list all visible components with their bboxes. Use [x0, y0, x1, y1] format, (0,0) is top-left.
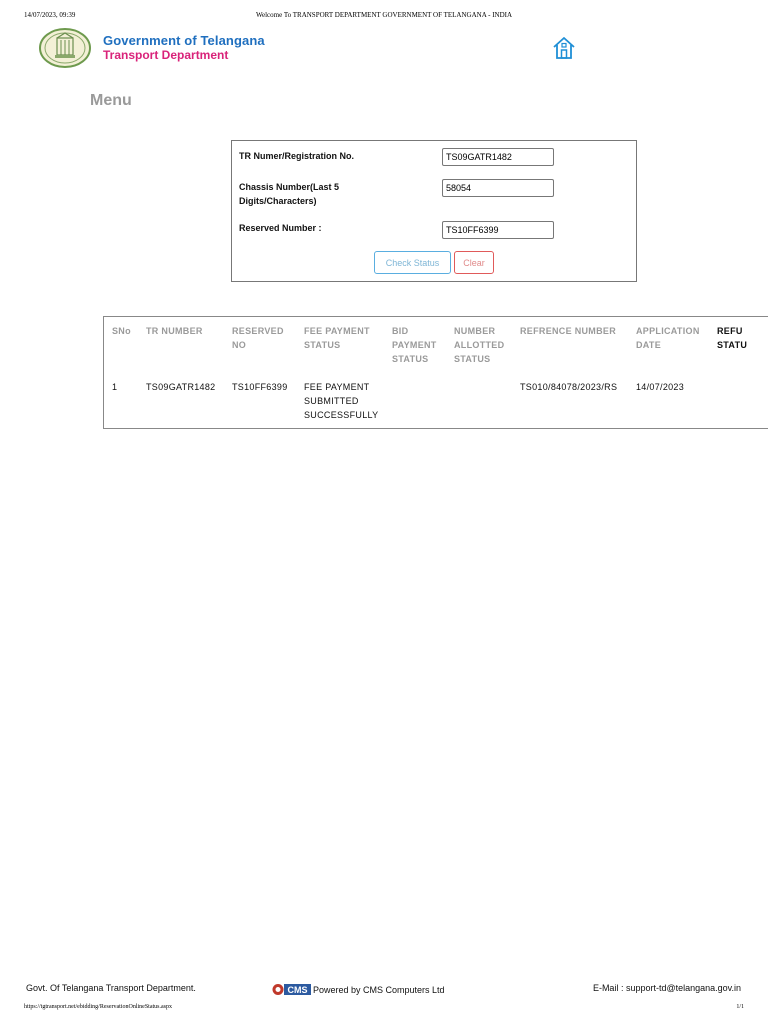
home-icon[interactable]	[551, 35, 577, 61]
cell-fee-payment-status: FEE PAYMENT SUBMITTED SUCCESSFULLY	[304, 382, 379, 420]
chassis-label-line2: Digits/Characters)	[239, 196, 317, 206]
telangana-emblem-icon[interactable]	[38, 28, 92, 68]
header-sno: SNo	[112, 326, 131, 336]
clear-button[interactable]: Clear	[454, 251, 494, 274]
footer-powered-by: CMS Powered by CMS Computers Ltd	[272, 983, 445, 996]
status-table: SNo TR NUMBER RESERVED NO FEE PAYMENT ST…	[103, 316, 768, 429]
tr-number-input[interactable]	[442, 148, 554, 166]
chassis-label-line1: Chassis Number(Last 5	[239, 182, 340, 192]
cell-tr-number: TS09GATR1482	[146, 382, 216, 392]
chassis-number-label: Chassis Number(Last 5 Digits/Characters)	[239, 180, 339, 208]
header-bid-payment-status: BID PAYMENT STATUS	[392, 326, 437, 364]
header-fee-payment-status: FEE PAYMENT STATUS	[304, 326, 370, 350]
header-reserved-no: RESERVED NO	[232, 326, 284, 350]
brand-government-text: Government of Telangana	[103, 33, 265, 48]
print-url: https://tgtransport.net/ebidding/Reserva…	[24, 1004, 172, 1010]
header-tr-number: TR NUMBER	[146, 326, 203, 336]
status-search-form: TR Numer/Registration No. Chassis Number…	[231, 140, 637, 282]
brand-department-text: Transport Department	[103, 48, 229, 62]
check-status-button[interactable]: Check Status	[374, 251, 451, 274]
brand-block: Government of Telangana Transport Depart…	[103, 33, 265, 62]
header-refund-status: REFU STATU	[717, 326, 748, 350]
cell-reserved-no: TS10FF6399	[232, 382, 288, 392]
cms-logo-text: CMS	[288, 985, 308, 995]
cms-logo-icon[interactable]: CMS	[272, 983, 312, 996]
reserved-number-label: Reserved Number :	[239, 223, 322, 233]
menu-title[interactable]: Menu	[90, 92, 132, 110]
cell-reference-number: TS010/84078/2023/RS	[520, 382, 618, 392]
cell-sno: 1	[112, 382, 118, 392]
footer-email-text[interactable]: E-Mail : support-td@telangana.gov.in	[593, 983, 741, 993]
print-page-number: 1/1	[736, 1004, 744, 1010]
header-reference-number: REFRENCE NUMBER	[520, 326, 617, 336]
print-page-title: Welcome To TRANSPORT DEPARTMENT GOVERNME…	[255, 11, 513, 19]
header-application-date: APPLICATION DATE	[636, 326, 700, 350]
reserved-number-input[interactable]	[442, 221, 554, 239]
footer-powered-by-text: Powered by CMS Computers Ltd	[313, 984, 445, 995]
print-header: 14/07/2023, 09:39 Welcome To TRANSPORT D…	[0, 11, 768, 23]
footer-department-text: Govt. Of Telangana Transport Department.	[26, 983, 196, 993]
chassis-number-input[interactable]	[442, 179, 554, 197]
tr-number-label: TR Numer/Registration No.	[239, 151, 355, 161]
cell-application-date: 14/07/2023	[636, 382, 685, 392]
header-number-allotted-status: NUMBER ALLOTTED STATUS	[454, 326, 505, 364]
